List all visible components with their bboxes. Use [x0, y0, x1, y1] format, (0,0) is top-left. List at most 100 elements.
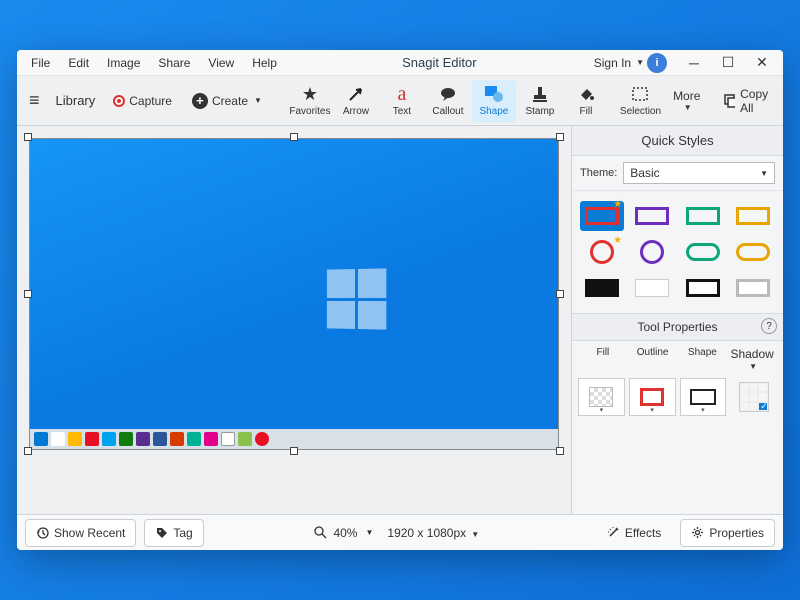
history-icon	[36, 526, 49, 539]
style-roundrect-gold[interactable]	[731, 237, 775, 267]
resize-handle[interactable]	[24, 290, 32, 298]
help-button[interactable]: ?	[761, 318, 777, 334]
style-frame-black[interactable]	[681, 273, 725, 303]
resize-handle[interactable]	[290, 447, 298, 455]
sign-in-button[interactable]: Sign In ▼ i	[594, 53, 667, 73]
zoom-control[interactable]: 40% ▼	[314, 526, 373, 540]
stamp-icon	[531, 84, 549, 104]
prop-shape-label: Shape	[678, 347, 728, 376]
show-recent-button[interactable]: Show Recent	[25, 519, 136, 547]
resize-handle[interactable]	[556, 447, 564, 455]
properties-label: Properties	[709, 526, 764, 540]
maximize-button[interactable]: ☐	[713, 52, 743, 74]
tag-button[interactable]: Tag	[144, 519, 203, 547]
prop-outline-picker[interactable]: ▾	[629, 378, 676, 416]
menu-edit[interactable]: Edit	[60, 53, 97, 73]
more-label: More	[673, 89, 700, 103]
arrow-icon	[347, 84, 365, 104]
dimensions-button[interactable]: 1920 x 1080px ▼	[381, 522, 485, 544]
tool-properties-header: Tool Properties ?	[572, 313, 783, 341]
tool-label: Selection	[620, 106, 661, 117]
tool-shape[interactable]: Shape	[472, 80, 516, 122]
style-frame-grey[interactable]	[731, 273, 775, 303]
menu-share[interactable]: Share	[150, 53, 198, 73]
body: Quick Styles Theme: Basic ▼ ★ ★	[17, 126, 783, 514]
prop-fill-picker[interactable]: ▾	[578, 378, 625, 416]
tag-icon	[155, 526, 168, 539]
fill-icon	[577, 84, 595, 104]
shadow-grid-icon	[739, 382, 769, 412]
prop-fill-label: Fill	[578, 347, 628, 376]
menu-icon[interactable]: ≡	[25, 90, 44, 111]
prop-shadow-label: Shadow ▼	[727, 347, 777, 376]
property-labels: Fill Outline Shape Shadow ▼	[572, 341, 783, 378]
style-rect-red[interactable]: ★	[580, 201, 624, 231]
wand-icon	[607, 526, 620, 539]
tool-favorites[interactable]: ★Favorites	[288, 80, 332, 122]
more-button[interactable]: More▼	[667, 89, 706, 112]
favorite-star-icon: ★	[613, 199, 622, 210]
prop-shape-picker[interactable]: ▾	[680, 378, 727, 416]
style-fill-white[interactable]	[630, 273, 674, 303]
tool-selection[interactable]: Selection	[620, 80, 661, 122]
style-rect-gold[interactable]	[731, 201, 775, 231]
style-round-red[interactable]: ★	[580, 237, 624, 267]
property-cells: ▾ ▾ ▾	[572, 378, 783, 422]
zoom-value: 40%	[333, 526, 357, 540]
properties-button[interactable]: Properties	[680, 519, 775, 547]
close-button[interactable]: ✕	[747, 52, 777, 74]
gear-icon	[691, 526, 704, 539]
tool-properties-label: Tool Properties	[637, 320, 717, 334]
chevron-down-icon: ▼	[684, 103, 692, 112]
resize-handle[interactable]	[290, 133, 298, 141]
tool-stamp[interactable]: Stamp	[518, 80, 562, 122]
canvas-selection[interactable]	[29, 138, 559, 450]
menu-view[interactable]: View	[200, 53, 242, 73]
tool-text[interactable]: aText	[380, 80, 424, 122]
menu-image[interactable]: Image	[99, 53, 148, 73]
create-button[interactable]: + Create ▼	[184, 89, 270, 113]
record-icon	[113, 95, 125, 107]
tool-label: Stamp	[525, 106, 554, 117]
tool-label: Arrow	[343, 106, 369, 117]
minimize-button[interactable]: ─	[679, 52, 709, 74]
chevron-down-icon: ▼	[749, 362, 757, 371]
theme-select[interactable]: Basic ▼	[623, 162, 775, 184]
resize-handle[interactable]	[556, 133, 564, 141]
plus-icon: +	[192, 93, 208, 109]
tool-label: Text	[393, 106, 411, 117]
capture-label: Capture	[129, 94, 172, 108]
captured-taskbar	[30, 429, 558, 449]
copy-all-button[interactable]: Copy All	[712, 80, 783, 122]
copy-all-label: Copy All	[740, 87, 772, 115]
resize-handle[interactable]	[24, 447, 32, 455]
chevron-down-icon: ▼	[760, 169, 768, 178]
window-title: Snagit Editor	[285, 55, 594, 70]
library-button[interactable]: Library	[50, 89, 102, 112]
style-rect-purple[interactable]	[630, 201, 674, 231]
quick-styles-grid: ★ ★	[572, 191, 783, 313]
tool-fill[interactable]: Fill	[564, 80, 608, 122]
window-controls: Sign In ▼ i ─ ☐ ✕	[594, 52, 777, 74]
style-fill-black[interactable]	[580, 273, 624, 303]
chevron-down-icon: ▼	[471, 530, 479, 539]
menu-file[interactable]: File	[23, 53, 58, 73]
dimensions-value: 1920 x 1080px	[387, 526, 466, 540]
create-label: Create	[212, 94, 248, 108]
style-round-purple[interactable]	[630, 237, 674, 267]
tool-callout[interactable]: Callout	[426, 80, 470, 122]
resize-handle[interactable]	[556, 290, 564, 298]
prop-shadow-picker[interactable]	[730, 378, 777, 416]
sign-in-label: Sign In	[594, 56, 631, 70]
capture-button[interactable]: Capture	[107, 90, 178, 112]
shape-swatch	[690, 389, 716, 405]
style-rect-teal[interactable]	[681, 201, 725, 231]
chevron-down-icon: ▼	[365, 528, 373, 537]
prop-outline-label: Outline	[628, 347, 678, 376]
menu-help[interactable]: Help	[244, 53, 285, 73]
style-roundrect-teal[interactable]	[681, 237, 725, 267]
resize-handle[interactable]	[24, 133, 32, 141]
effects-button[interactable]: Effects	[596, 519, 672, 547]
tool-arrow[interactable]: Arrow	[334, 80, 378, 122]
selection-icon	[631, 84, 649, 104]
